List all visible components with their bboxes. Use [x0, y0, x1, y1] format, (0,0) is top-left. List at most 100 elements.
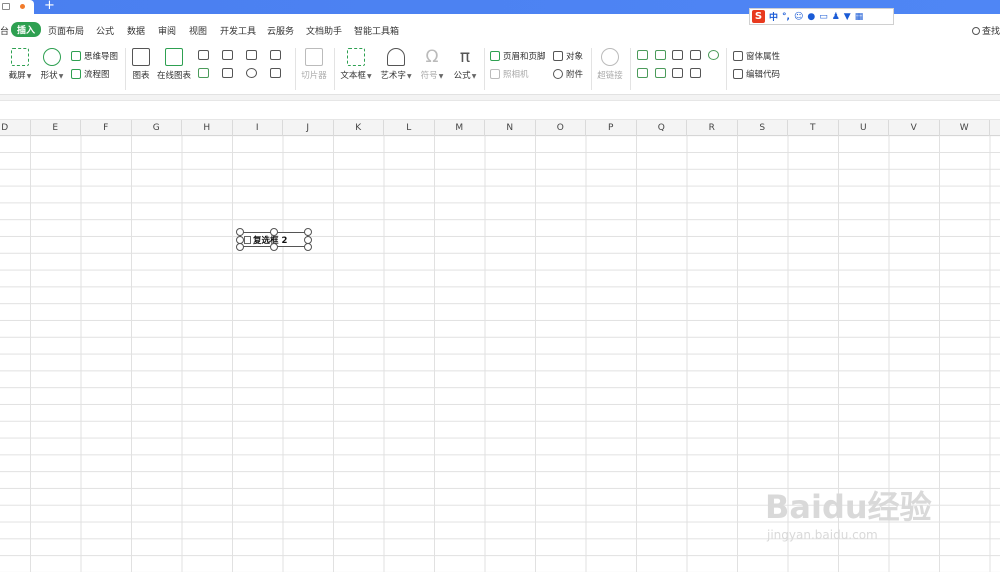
column-header[interactable]: T — [788, 120, 839, 136]
column-header[interactable]: K — [334, 120, 384, 136]
column-header[interactable]: S — [738, 120, 788, 136]
mindmap-label: 思维导图 — [84, 52, 119, 62]
ime-punct-toggle[interactable]: °, — [782, 12, 790, 22]
line-chart-icon[interactable] — [246, 50, 257, 60]
checkbox-box[interactable] — [244, 236, 251, 244]
flowchart-button[interactable]: 流程图 — [71, 68, 110, 80]
pie-chart-icon[interactable] — [246, 68, 257, 78]
column-header[interactable]: G — [132, 120, 182, 136]
column-header[interactable]: M — [435, 120, 485, 136]
symbol-button[interactable]: Ω 符号▼ — [419, 48, 445, 81]
resize-handle-bottom[interactable] — [270, 243, 278, 251]
tab-doc-assistant[interactable]: 文档助手 — [306, 24, 342, 37]
skin-icon[interactable]: ▼ — [844, 12, 851, 22]
formula-label: 公式 — [453, 71, 471, 81]
tab-cloud[interactable]: 云服务 — [267, 24, 294, 37]
column-header[interactable]: J — [283, 120, 334, 136]
column-header[interactable]: D — [0, 120, 31, 136]
formula-button[interactable]: π 公式▼ — [452, 48, 478, 81]
attachment-button[interactable]: 附件 — [553, 68, 583, 80]
column-header[interactable]: W — [940, 120, 990, 136]
column-chart-icon[interactable] — [198, 50, 209, 60]
formula-bar[interactable] — [0, 100, 1000, 120]
column-header[interactable]: Q — [637, 120, 687, 136]
microphone-icon[interactable]: ● — [807, 12, 815, 22]
radio-control-icon[interactable] — [708, 50, 719, 60]
resize-handle-top[interactable] — [270, 228, 278, 236]
flowchart-icon — [71, 69, 81, 79]
resize-handle-bottom-left[interactable] — [236, 243, 244, 251]
chart-button[interactable]: 图表 — [129, 48, 153, 81]
search-button[interactable]: 查找 — [971, 24, 1000, 37]
mindmap-button[interactable]: 思维导图 — [71, 50, 118, 62]
textbox-control-icon[interactable] — [672, 68, 683, 78]
combobox-control-icon[interactable] — [655, 68, 666, 78]
column-header[interactable]: H — [182, 120, 233, 136]
screenshot-label: 截屏 — [8, 71, 26, 81]
tab-data[interactable]: 数据 — [127, 24, 145, 37]
tab-developer[interactable]: 开发工具 — [220, 24, 256, 37]
emoji-icon[interactable]: ☺ — [794, 12, 803, 22]
ribbon-divider — [591, 48, 592, 90]
textbox-button[interactable]: 文本框▼ — [339, 48, 373, 81]
column-header[interactable]: V — [889, 120, 940, 136]
radar-chart-icon[interactable] — [270, 50, 281, 60]
window-props-button[interactable]: 窗体属性 — [733, 50, 780, 62]
camera-button[interactable]: 照相机 — [490, 68, 529, 80]
stock-chart-icon[interactable] — [222, 68, 233, 78]
header-footer-label: 页眉和页脚 — [503, 52, 546, 62]
column-header[interactable]: R — [687, 120, 738, 136]
new-tab-button[interactable]: + — [44, 0, 55, 13]
edit-code-button[interactable]: 编辑代码 — [733, 68, 780, 80]
grid-menu-icon[interactable]: ▦ — [855, 12, 864, 22]
tab-formulas[interactable]: 公式 — [96, 24, 114, 37]
user-icon[interactable]: ♟ — [832, 12, 840, 22]
hyperlink-button[interactable]: 超链接 — [596, 48, 624, 81]
tab-view[interactable]: 视图 — [189, 24, 207, 37]
document-tab[interactable] — [0, 0, 34, 14]
screenshot-button[interactable]: 截屏▼ — [6, 48, 34, 81]
properties-icon — [733, 51, 743, 61]
resize-handle-top-left[interactable] — [236, 228, 244, 236]
shapes-button[interactable]: 形状▼ — [38, 48, 66, 81]
column-header[interactable]: I — [233, 120, 283, 136]
tab-smart-toolbox[interactable]: 智能工具箱 — [354, 24, 399, 37]
spreadsheet-window: + 台 插入 页面布局 公式 数据 审阅 视图 开发工具 云服务 文档助手 智能… — [0, 0, 1000, 572]
header-footer-button[interactable]: 页眉和页脚 — [490, 50, 546, 62]
ribbon-divider — [334, 48, 335, 90]
object-icon — [553, 51, 563, 61]
scatter-chart-icon[interactable] — [270, 68, 281, 78]
scrollbar-control-icon[interactable] — [690, 68, 701, 78]
wordart-button[interactable]: 艺术字▼ — [379, 48, 413, 81]
textbox-label: 文本框 — [340, 71, 366, 81]
unsaved-dot-icon — [20, 4, 25, 9]
menu-item-cut-left[interactable]: 台 — [0, 24, 9, 37]
bar-chart-small-icon[interactable] — [222, 50, 233, 60]
object-button[interactable]: 对象 — [553, 50, 583, 62]
groupbox-control-icon[interactable] — [655, 50, 666, 60]
column-header[interactable]: E — [31, 120, 81, 136]
tab-insert[interactable]: 插入 — [11, 22, 42, 37]
tab-page-layout[interactable]: 页面布局 — [48, 24, 84, 37]
listbox-control-icon[interactable] — [637, 68, 648, 78]
checkbox-control-icon[interactable] — [690, 50, 701, 60]
camera-label: 照相机 — [503, 70, 529, 80]
column-header[interactable]: P — [586, 120, 637, 136]
resize-handle-top-right[interactable] — [304, 228, 312, 236]
resize-handle-bottom-right[interactable] — [304, 243, 312, 251]
column-header[interactable]: L — [384, 120, 435, 136]
tab-review[interactable]: 审阅 — [158, 24, 176, 37]
column-header[interactable]: U — [839, 120, 889, 136]
ime-mode-toggle[interactable]: 中 — [769, 10, 778, 23]
column-header[interactable]: O — [536, 120, 586, 136]
textbox-icon — [347, 48, 365, 66]
area-chart-icon[interactable] — [198, 68, 209, 78]
online-chart-button[interactable]: 在线图表 — [156, 48, 192, 81]
keyboard-icon[interactable]: ▭ — [819, 12, 828, 22]
sogou-logo-icon[interactable]: S — [752, 10, 765, 23]
button-control-icon[interactable] — [672, 50, 683, 60]
slicer-button[interactable]: 切片器 — [300, 48, 328, 81]
column-header[interactable]: N — [485, 120, 536, 136]
label-control-icon[interactable] — [637, 50, 648, 60]
column-header[interactable]: F — [81, 120, 132, 136]
